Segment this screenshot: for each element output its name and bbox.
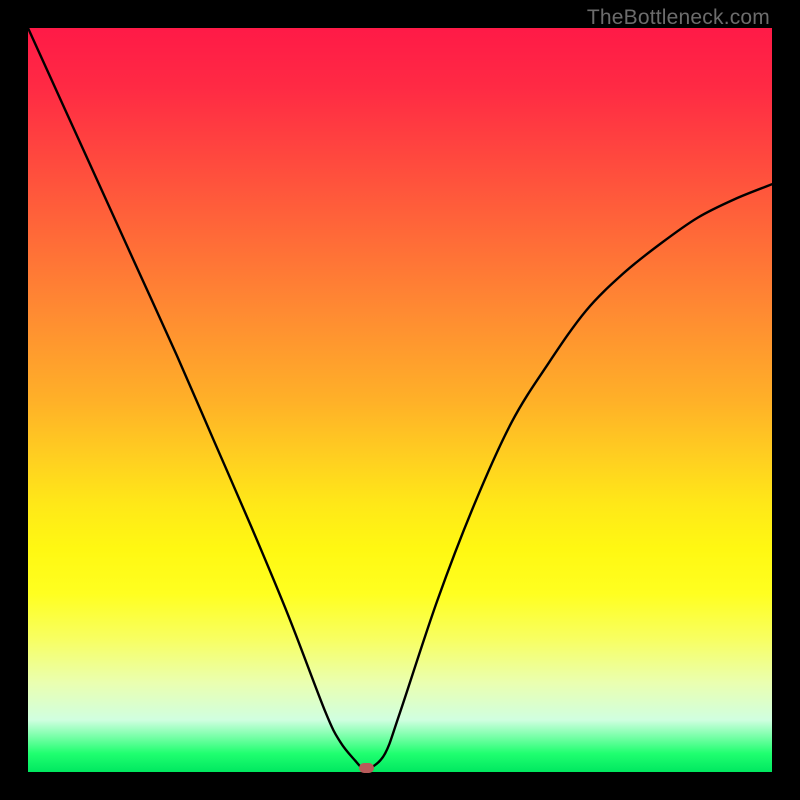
curve-svg	[28, 28, 772, 772]
optimal-point-marker	[359, 763, 374, 773]
bottleneck-curve	[28, 28, 772, 770]
plot-area	[28, 28, 772, 772]
watermark-text: TheBottleneck.com	[587, 6, 770, 30]
chart-frame: TheBottleneck.com	[0, 0, 800, 800]
